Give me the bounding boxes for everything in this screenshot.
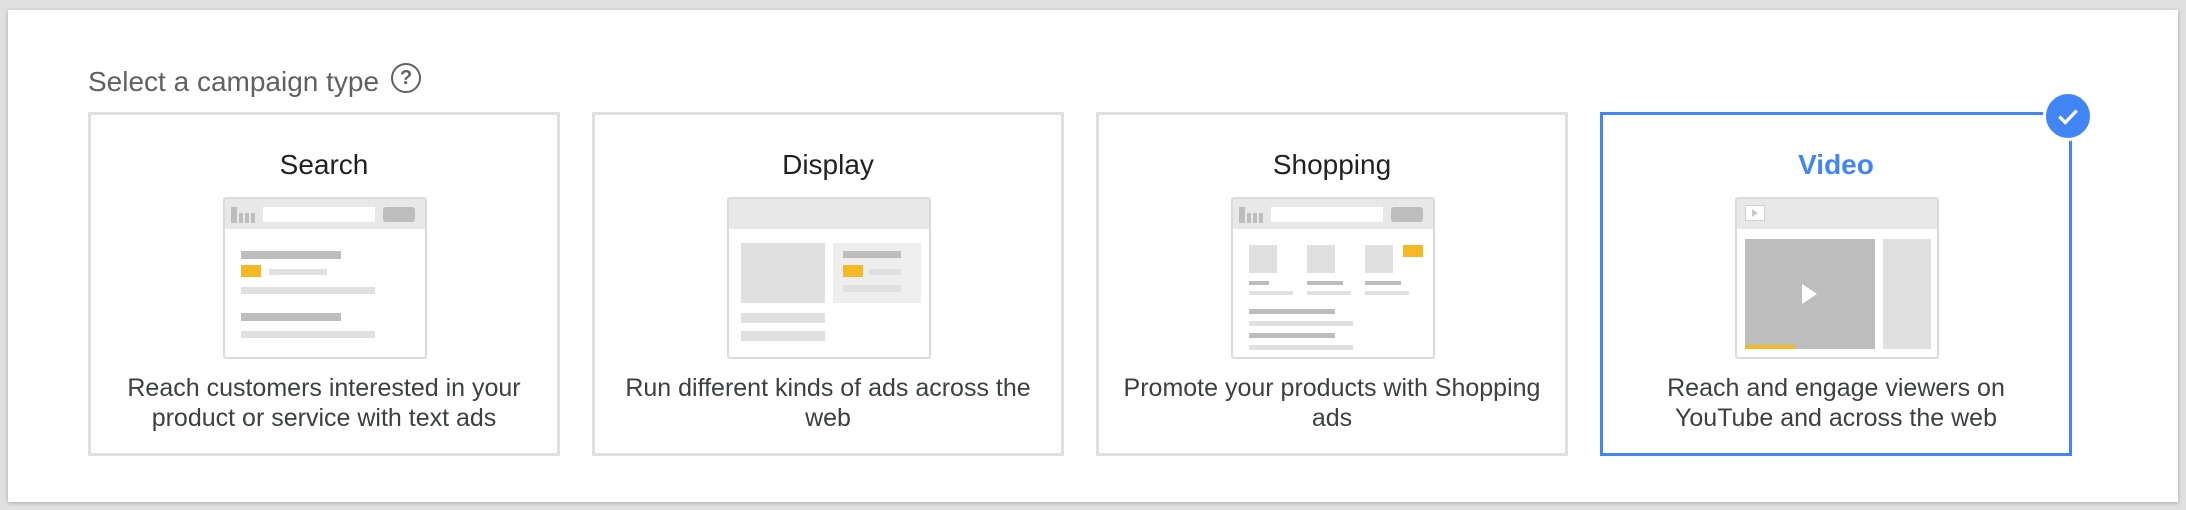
video-illustration-icon <box>1735 197 1939 359</box>
search-illustration-icon <box>223 197 427 359</box>
shopping-illustration-icon <box>1231 197 1435 359</box>
card-title: Display <box>782 149 874 180</box>
card-title: Shopping <box>1272 149 1392 180</box>
campaign-type-video-card[interactable]: Video Reach and engage viewers on YouTub… <box>1600 91 2093 456</box>
card-description: Promote your products with Shopping ads <box>1123 374 1541 432</box>
heading-label: Select a campaign type <box>88 66 380 97</box>
checkmark-icon <box>2043 91 2093 141</box>
display-illustration-icon <box>727 197 931 359</box>
campaign-type-display-card[interactable]: Display Run different kinds of ads acros… <box>592 112 1064 456</box>
card-description: Reach and engage viewers on YouTube and … <box>1667 374 2005 432</box>
help-icon[interactable]: ? <box>391 63 422 93</box>
campaign-type-shopping-card[interactable]: Shopping Promote your products with Shop… <box>1096 112 1568 456</box>
campaign-type-panel: Select a campaign type ? Search Reach cu… <box>8 10 2178 502</box>
card-title: Video <box>1798 149 1874 180</box>
card-description: Run different kinds of ads across the we… <box>625 374 1031 432</box>
card-description: Reach customers interested in your produ… <box>127 374 521 432</box>
card-title: Search <box>279 149 369 180</box>
campaign-type-search-card[interactable]: Search Reach customers interested in you… <box>88 112 560 456</box>
campaign-type-heading: Select a campaign type ? <box>88 62 422 102</box>
